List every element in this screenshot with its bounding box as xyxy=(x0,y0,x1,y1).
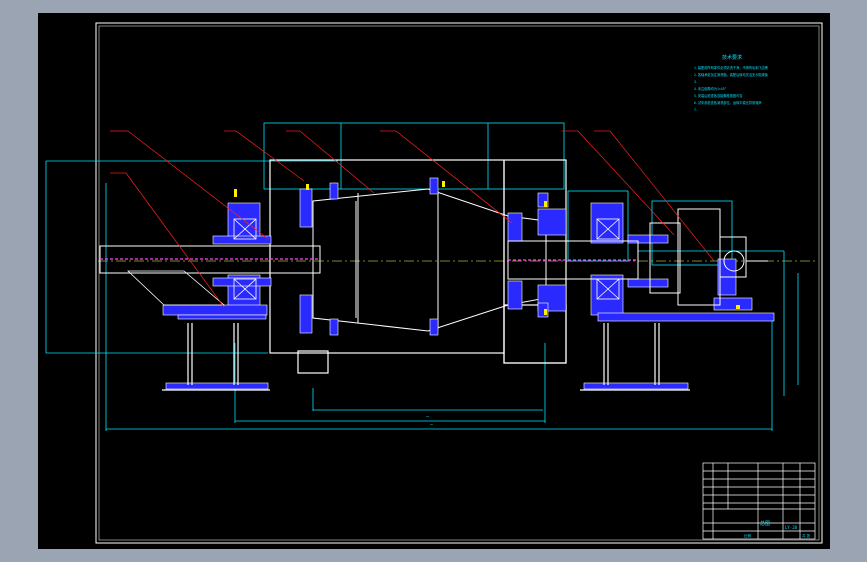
dimension-text-overall: — xyxy=(430,422,434,428)
main-shaft xyxy=(99,240,639,280)
notes-line-1: 1.装配前所有零件必须清洗干净，不得有毛刺飞边等 xyxy=(694,65,769,70)
notes-line-6: 6.试车前检查各润滑部位，运转平稳无异常噪声 xyxy=(694,100,762,105)
sheet-label: 共 张 xyxy=(802,533,811,538)
drawing-name: 总图 xyxy=(760,520,770,527)
title-block xyxy=(702,462,816,540)
blue-components xyxy=(162,177,775,390)
scale-label: 比例 xyxy=(744,533,752,538)
conical-drum xyxy=(312,188,547,332)
technical-notes: 技术要求 1.装配前所有零件必须清洗干净，不得有毛刺飞边等 2.各轴承处加注润滑… xyxy=(694,54,769,112)
notes-line-2: 2.各轴承处加注润滑脂，装配后转动灵活无卡阻现象 xyxy=(694,72,769,77)
cad-viewport[interactable]: — — 技术要求 1.装配前所有零件必须清洗干净，不得有毛刺飞边等 2.各轴承处… xyxy=(0,0,867,562)
notes-line-5: 5.安装后检查各连接螺栓紧固可靠 xyxy=(694,93,743,98)
drawing-number: LY-20 xyxy=(785,525,798,530)
notes-line-3: 3. xyxy=(694,80,698,84)
notes-line-4: 4.未注倒角均为1×45° xyxy=(694,86,727,91)
drive-motor xyxy=(649,208,768,306)
notes-title: 技术要求 xyxy=(722,54,742,61)
drawing-canvas[interactable]: — — 技术要求 1.装配前所有零件必须清洗干净，不得有毛刺飞边等 2.各轴承处… xyxy=(38,13,830,549)
notes-line-7: 7. xyxy=(694,108,698,112)
leader-lines xyxy=(110,130,715,308)
assembly-drawing: — — 技术要求 1.装配前所有零件必须清洗干净，不得有毛刺飞边等 2.各轴承处… xyxy=(45,22,823,544)
dimension-text-inner: — xyxy=(426,414,430,420)
